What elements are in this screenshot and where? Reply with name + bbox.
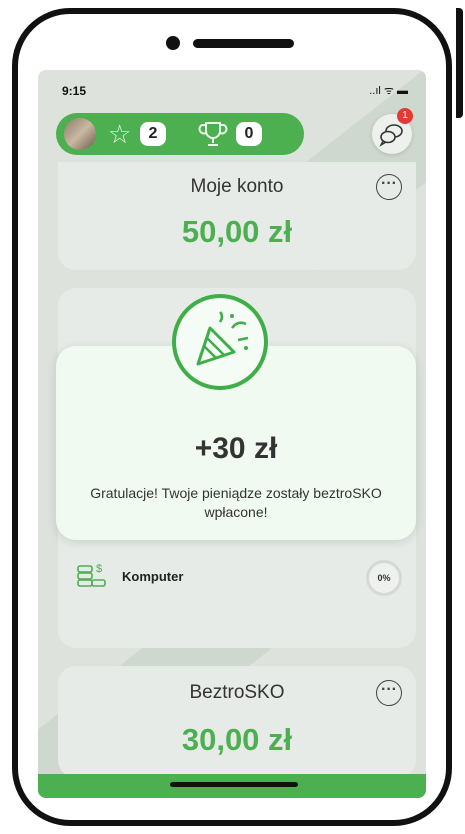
svg-text:$: $ bbox=[96, 563, 102, 575]
camera-dot bbox=[166, 36, 180, 50]
trophies-count: 0 bbox=[236, 122, 262, 146]
card-amount: 50,00 zł bbox=[181, 214, 293, 249]
coins-icon: $ bbox=[77, 563, 106, 587]
goal-name: Komputer bbox=[122, 569, 184, 584]
home-indicator[interactable] bbox=[170, 782, 298, 787]
trophy-icon bbox=[198, 122, 228, 146]
stars-count: 2 bbox=[140, 122, 166, 146]
goal-row[interactable]: $ Komputer 0% bbox=[76, 558, 406, 598]
profile-pill[interactable]: ☆ 2 0 bbox=[56, 113, 304, 155]
beztrosko-card[interactable]: BeztroSKO 30,00 zł ··· bbox=[58, 666, 416, 778]
side-button bbox=[456, 8, 463, 118]
more-icon[interactable]: ··· bbox=[376, 174, 402, 200]
goal-progress: 0% bbox=[366, 560, 402, 596]
status-time: 9:15 bbox=[62, 84, 87, 98]
card-amount: 30,00 zł bbox=[181, 722, 293, 757]
account-card[interactable]: Moje konto 50,00 zł ··· bbox=[58, 162, 416, 270]
avatar[interactable] bbox=[64, 118, 96, 150]
speaker-bar bbox=[193, 39, 294, 48]
status-icons: ..ıl ᯤ ▬ bbox=[369, 85, 408, 97]
more-icon[interactable]: ··· bbox=[376, 680, 402, 706]
reward-amount: +30 zł bbox=[194, 432, 278, 465]
reward-message: Gratulacje! Twoje pieniądze zostały bezt… bbox=[90, 485, 382, 520]
card-title: BeztroSKO bbox=[189, 682, 285, 703]
confetti-badge bbox=[172, 294, 268, 390]
card-title: Moje konto bbox=[190, 176, 284, 197]
notification-badge: 1 bbox=[397, 108, 413, 124]
app-screen: 9:15 ..ıl ᯤ ▬ ☆ 2 0 1 Moje konto 50,00 z… bbox=[38, 70, 426, 798]
confetti-icon bbox=[196, 311, 249, 366]
star-icon: ☆ bbox=[108, 119, 132, 149]
